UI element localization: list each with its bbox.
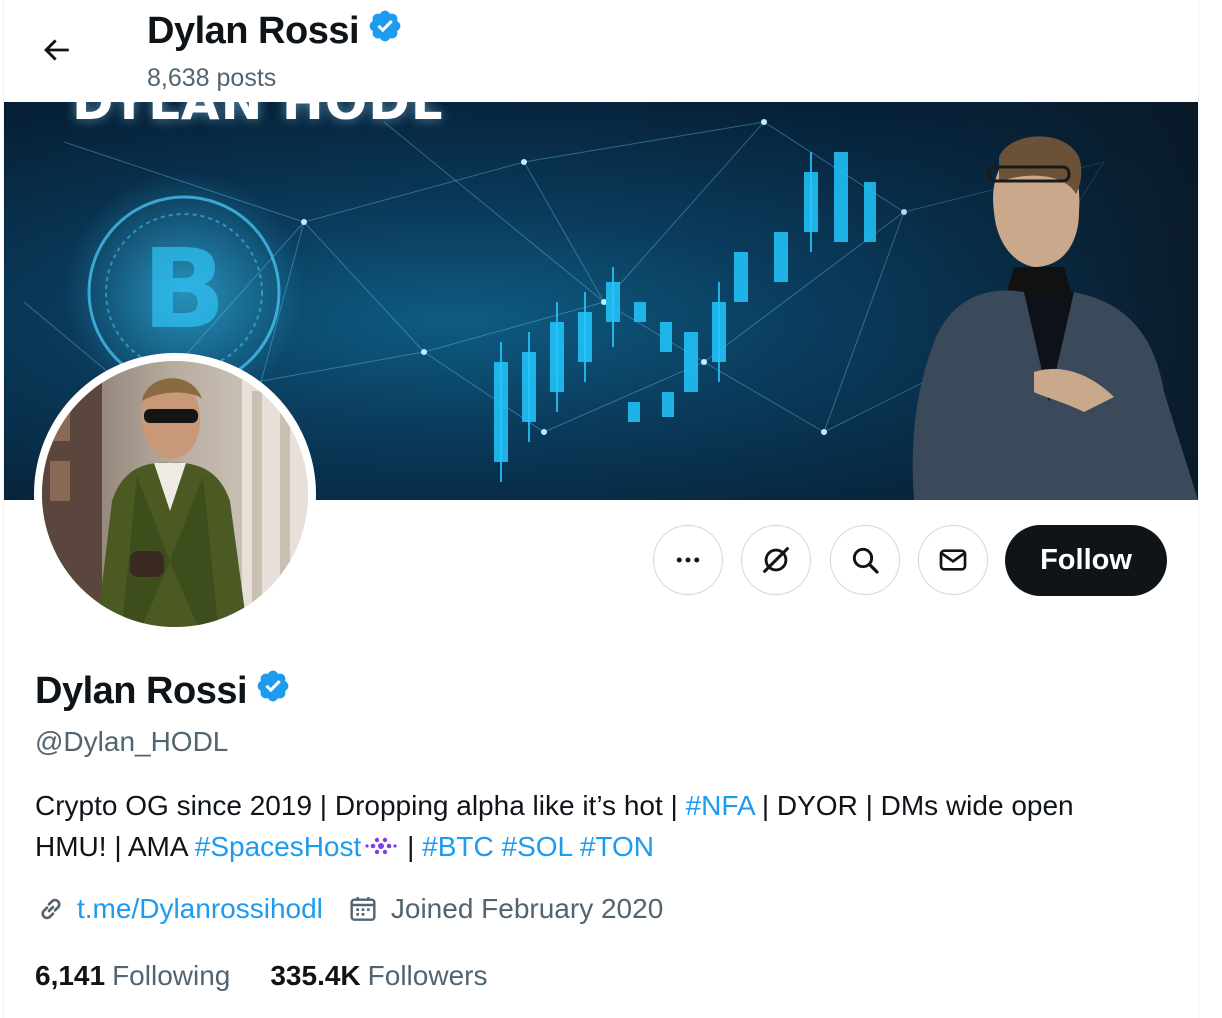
spaces-emoji-icon: [363, 828, 399, 869]
arrow-left-icon: [44, 39, 69, 61]
svg-text:B: B: [142, 225, 226, 353]
follow-button[interactable]: Follow: [1005, 525, 1167, 596]
profile-meta: t.me/Dylanrossihodl Joined February 2020: [35, 893, 663, 925]
search-icon: [852, 547, 879, 574]
hashtag-link[interactable]: #SOL: [502, 831, 573, 862]
profile-bio: Crypto OG since 2019 | Dropping alpha li…: [35, 785, 1185, 869]
hashtag-link[interactable]: #BTC: [422, 831, 494, 862]
following-count: 6,141: [35, 960, 106, 991]
bio-text: Crypto OG since 2019 | Dropping alpha li…: [35, 790, 686, 821]
banner-title: DYLAN HODL: [72, 102, 444, 131]
avatar-image: [42, 361, 308, 627]
link-icon: [41, 898, 61, 920]
avatar[interactable]: [34, 353, 316, 635]
profile-website-link[interactable]: t.me/Dylanrossihodl: [77, 893, 323, 925]
profile-handle: @Dylan_HODL: [35, 726, 229, 757]
header-title: Dylan Rossi: [147, 8, 403, 54]
following-label: Following: [112, 960, 231, 991]
hashtag-link[interactable]: #SpacesHost: [195, 831, 362, 862]
header-name: Dylan Rossi: [147, 9, 360, 52]
bio-text: HMU! | AMA: [35, 831, 195, 862]
followers-count: 335.4K: [270, 960, 361, 991]
following-link[interactable]: 6,141 Following: [35, 960, 230, 992]
bio-text: | DYOR | DMs wide open: [754, 790, 1074, 821]
search-profile-button[interactable]: [830, 525, 900, 595]
more-options-button[interactable]: [653, 525, 723, 595]
grok-button[interactable]: [741, 525, 811, 595]
profile-name: Dylan Rossi: [35, 668, 291, 714]
verified-badge-icon[interactable]: [255, 668, 291, 714]
posts-count: 8,638 posts: [147, 64, 277, 92]
follow-stats: 6,141 Following 335.4K Followers: [35, 960, 487, 992]
grok-icon: [763, 547, 789, 573]
hashtag-link[interactable]: #TON: [580, 831, 654, 862]
verified-badge-icon[interactable]: [367, 8, 403, 54]
hashtag-link[interactable]: #NFA: [686, 790, 754, 821]
back-button[interactable]: [30, 28, 82, 72]
joined-date: Joined February 2020: [390, 893, 664, 924]
ellipsis-icon: [676, 557, 700, 563]
display-name-text: Dylan Rossi: [35, 669, 248, 712]
calendar-icon: [350, 897, 376, 921]
bio-text: |: [399, 831, 423, 862]
followers-link[interactable]: 335.4K Followers: [270, 960, 487, 992]
followers-label: Followers: [367, 960, 488, 991]
envelope-icon: [939, 549, 967, 571]
message-button[interactable]: [918, 525, 988, 595]
